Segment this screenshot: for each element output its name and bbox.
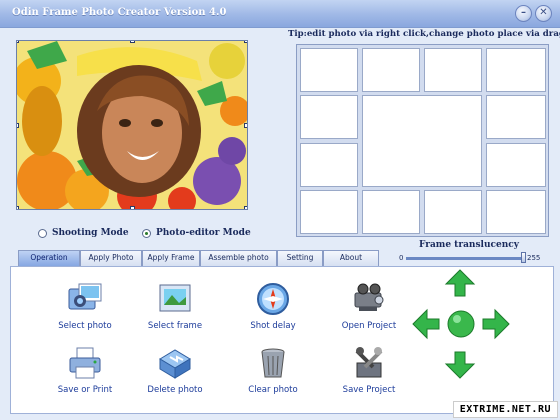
camera-photo-icon (67, 281, 103, 317)
layout-cell[interactable] (300, 190, 358, 234)
tab-label: Operation (30, 253, 68, 262)
layout-cell[interactable] (300, 143, 358, 187)
resize-handle[interactable] (17, 41, 19, 43)
layout-cell[interactable] (362, 48, 420, 92)
delete-folder-icon (157, 345, 193, 381)
translucency-min: 0 (399, 254, 404, 262)
layout-cell[interactable] (300, 95, 358, 139)
tool-label: Select frame (147, 321, 203, 331)
open-project-button[interactable]: Open Project (329, 281, 409, 331)
tool-label: Open Project (341, 321, 397, 331)
frame-picture-icon (157, 281, 193, 317)
mode-selector: Shooting Mode Photo-editor Mode (38, 228, 258, 242)
tab-label: About (339, 253, 363, 262)
arrow-right-icon[interactable] (481, 308, 511, 340)
frame-translucency-label: Frame translucency (419, 240, 519, 250)
portrait-with-fruit-frame (17, 41, 247, 209)
radio-dot (142, 228, 151, 238)
select-photo-button[interactable]: Select photo (45, 281, 125, 331)
arrow-up-icon[interactable] (444, 268, 476, 298)
layout-cell[interactable] (486, 190, 546, 234)
tool-label: Save Project (342, 385, 396, 395)
tab-operation[interactable]: Operation (18, 250, 80, 266)
window-title: Odin Frame Photo Creator Version 4.0 (12, 7, 227, 18)
minimize-icon: – (521, 7, 526, 18)
tab-label: Assemble photo (208, 253, 269, 262)
layout-cell[interactable] (424, 48, 482, 92)
radio-label: Shooting Mode (52, 228, 129, 238)
projector-icon (351, 281, 387, 317)
translucency-slider-thumb[interactable] (521, 252, 526, 263)
radio-label: Photo-editor Mode (156, 228, 251, 238)
tool-label: Delete photo (147, 385, 203, 395)
printer-icon (67, 345, 103, 381)
trash-can-icon (255, 345, 291, 381)
tab-about[interactable]: About (323, 250, 379, 266)
tab-apply-frame[interactable]: Apply Frame (142, 250, 200, 266)
layout-cell[interactable] (486, 95, 546, 139)
tip-text: Tip:edit photo via right click,change ph… (288, 29, 560, 39)
clear-photo-button[interactable]: Clear photo (233, 345, 313, 395)
arrow-left-icon[interactable] (411, 308, 441, 340)
tool-label: Save or Print (57, 385, 113, 395)
translucency-slider-fill (406, 257, 524, 260)
layout-cell[interactable] (362, 190, 420, 234)
photo-editor-mode-radio[interactable]: Photo-editor Mode (142, 228, 251, 238)
resize-handle[interactable] (244, 41, 247, 43)
layout-cell[interactable] (362, 95, 482, 187)
main-client-area: Shooting Mode Photo-editor Mode Tip:edit… (0, 28, 560, 420)
close-button[interactable]: ✕ (535, 5, 552, 22)
resize-handle[interactable] (17, 123, 19, 128)
tab-label: Setting (286, 253, 314, 262)
close-icon: ✕ (539, 7, 548, 18)
tab-apply-photo[interactable]: Apply Photo (80, 250, 142, 266)
save-project-button[interactable]: Save Project (329, 345, 409, 395)
tool-label: Select photo (58, 321, 112, 331)
tool-label: Shot delay (250, 321, 296, 331)
photo-preview[interactable] (16, 40, 248, 210)
tab-label: Apply Photo (88, 253, 134, 262)
resize-handle[interactable] (17, 206, 19, 209)
resize-handle[interactable] (244, 206, 247, 209)
tool-label: Clear photo (248, 385, 298, 395)
radio-dot (38, 228, 47, 238)
resize-handle[interactable] (130, 206, 135, 209)
tools-save-icon (351, 345, 387, 381)
minimize-button[interactable]: – (515, 5, 532, 22)
layout-cell[interactable] (486, 143, 546, 187)
tab-setting[interactable]: Setting (277, 250, 323, 266)
tab-label: Apply Frame (147, 253, 195, 262)
layout-cell[interactable] (486, 48, 546, 92)
photo-layout-grid (296, 44, 549, 237)
translucency-max: 255 (527, 254, 541, 262)
save-or-print-button[interactable]: Save or Print (45, 345, 125, 395)
watermark: EXTRIME.NET.RU (452, 401, 558, 418)
resize-handle[interactable] (244, 123, 247, 128)
shot-delay-button[interactable]: Shot delay (233, 281, 313, 331)
shooting-mode-radio[interactable]: Shooting Mode (38, 228, 129, 238)
select-frame-button[interactable]: Select frame (135, 281, 215, 331)
resize-handle[interactable] (130, 41, 135, 43)
translucency-slider-track[interactable] (406, 257, 524, 260)
layout-cell[interactable] (300, 48, 358, 92)
title-bar: Odin Frame Photo Creator Version 4.0 – ✕ (0, 0, 560, 28)
center-button-icon[interactable] (446, 309, 476, 339)
direction-pad (411, 268, 511, 392)
arrow-down-icon[interactable] (444, 350, 476, 380)
delete-photo-button[interactable]: Delete photo (135, 345, 215, 395)
tab-assemble-photo[interactable]: Assemble photo (200, 250, 277, 266)
compass-timer-icon (255, 281, 291, 317)
layout-cell[interactable] (424, 190, 482, 234)
